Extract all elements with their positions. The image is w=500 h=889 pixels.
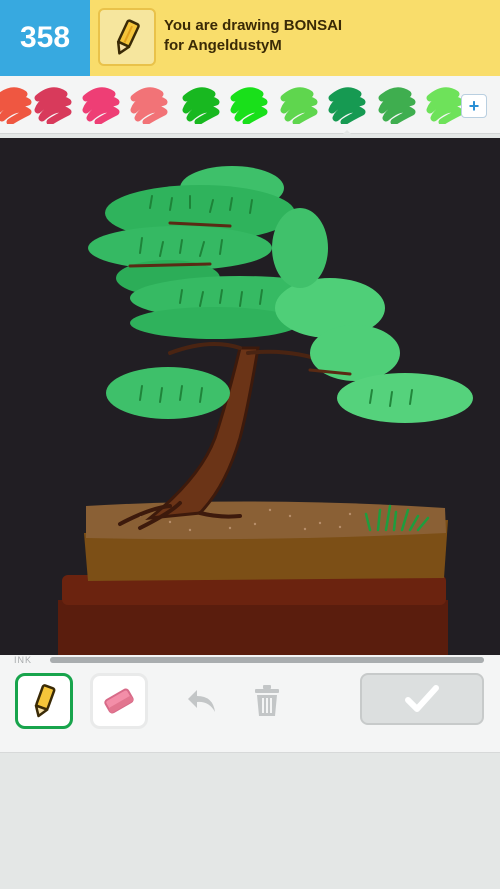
ink-fill (50, 657, 484, 663)
pencil-icon (34, 684, 56, 718)
scribble-icon (34, 87, 72, 126)
color-swatch[interactable] (32, 84, 72, 126)
color-swatch[interactable] (424, 84, 464, 126)
ink-meter: INK (0, 655, 500, 667)
score-counter: 358 (0, 0, 90, 76)
drawing-canvas[interactable] (0, 138, 500, 655)
pot-soil (86, 501, 446, 540)
checkmark-icon (405, 685, 439, 712)
scribble-icon (328, 87, 366, 126)
color-swatch[interactable] (376, 84, 416, 126)
undo-icon (188, 690, 215, 712)
ink-label: INK (14, 655, 33, 665)
bonsai-drawing (58, 166, 473, 655)
pencil-icon (116, 19, 140, 55)
pencil-tool-button[interactable] (15, 673, 73, 729)
color-swatch[interactable] (0, 84, 32, 126)
drawing-prompt: You are drawing BONSAI for AngeldustyM (164, 16, 342, 56)
eraser-icon (104, 688, 134, 714)
scribble-icon (182, 87, 220, 126)
drawing-mode-icon (98, 8, 156, 66)
prompt-line-word: You are drawing BONSAI (164, 17, 343, 34)
add-color-button[interactable]: + (461, 94, 487, 118)
tool-bar (0, 667, 500, 753)
color-swatch[interactable] (278, 84, 318, 126)
scribble-icon (426, 87, 464, 126)
ink-track (50, 657, 484, 663)
selected-color-marker (340, 130, 354, 137)
scribble-icon (230, 87, 268, 126)
eraser-tool-button[interactable] (90, 673, 148, 729)
scribble-icon (0, 87, 32, 126)
scribble-icon (280, 87, 318, 126)
undo-button[interactable] (182, 681, 222, 721)
scribble-icon (378, 87, 416, 126)
color-swatch[interactable] (128, 84, 168, 126)
turn-header: 358 You are drawing BONSAI for Angeldust… (0, 0, 500, 76)
done-button[interactable] (360, 673, 484, 725)
prompt-line-recipient: for AngeldustyM (164, 37, 282, 54)
tree-foliage (88, 166, 473, 423)
color-swatch[interactable] (228, 84, 268, 126)
table-top (58, 600, 448, 655)
scribble-icon (82, 87, 120, 126)
color-swatch[interactable] (180, 84, 220, 126)
trash-button[interactable] (247, 681, 287, 721)
color-swatch[interactable] (80, 84, 120, 126)
scribble-icon (130, 87, 168, 126)
color-swatch[interactable] (326, 84, 366, 126)
trash-icon (255, 685, 279, 716)
